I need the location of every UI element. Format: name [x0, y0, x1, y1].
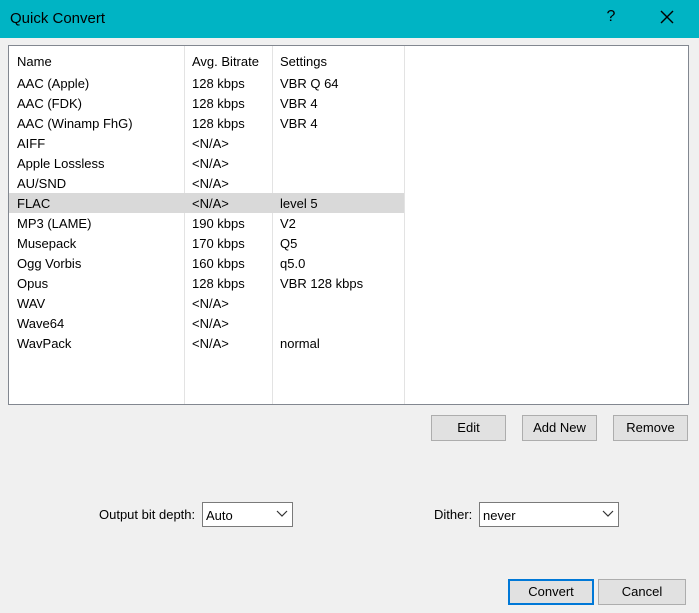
cell-settings: VBR 4	[280, 116, 318, 131]
cell-bitrate: 128 kbps	[192, 96, 245, 111]
table-row[interactable]: Ogg Vorbis 160 kbps q5.0	[9, 253, 404, 273]
cell-settings: VBR Q 64	[280, 76, 339, 91]
cell-name: Opus	[17, 276, 49, 291]
help-button[interactable]: ?	[603, 8, 619, 26]
cell-settings: VBR 4	[280, 96, 318, 111]
cell-name: Ogg Vorbis	[17, 256, 82, 271]
cell-bitrate: <N/A>	[192, 316, 229, 331]
cell-bitrate: <N/A>	[192, 336, 229, 351]
dither-label: Dither:	[434, 507, 473, 522]
cell-bitrate: 128 kbps	[192, 116, 245, 131]
table-row[interactable]: Musepack 170 kbps Q5	[9, 233, 404, 253]
column-separator	[404, 46, 405, 404]
cell-name: AIFF	[17, 136, 46, 151]
column-header-name[interactable]: Name	[17, 54, 52, 69]
add-new-button[interactable]: Add New	[522, 415, 597, 441]
cell-settings: level 5	[280, 196, 318, 211]
cell-bitrate: 190 kbps	[192, 216, 245, 231]
table-row[interactable]: AU/SND <N/A>	[9, 173, 404, 193]
dither-value: never	[483, 508, 516, 523]
cell-name: AAC (Winamp FhG)	[17, 116, 133, 131]
table-row[interactable]: Wave64 <N/A>	[9, 313, 404, 333]
window-title: Quick Convert	[10, 10, 106, 27]
cell-bitrate: <N/A>	[192, 176, 229, 191]
column-header-settings[interactable]: Settings	[280, 54, 327, 69]
chevron-down-icon	[602, 510, 614, 518]
column-header-bitrate[interactable]: Avg. Bitrate	[192, 54, 259, 69]
cell-settings: V2	[280, 216, 296, 231]
dither-select[interactable]: never	[479, 502, 619, 527]
table-row[interactable]: AAC (FDK) 128 kbps VBR 4	[9, 93, 404, 113]
remove-button[interactable]: Remove	[613, 415, 688, 441]
cell-name: WAV	[17, 296, 46, 311]
cell-settings: VBR 128 kbps	[280, 276, 364, 291]
cell-bitrate: <N/A>	[192, 156, 229, 171]
cell-bitrate: 160 kbps	[192, 256, 245, 271]
table-row[interactable]: AAC (Winamp FhG) 128 kbps VBR 4	[9, 113, 404, 133]
close-icon	[660, 10, 674, 24]
table-row[interactable]: WAV <N/A>	[9, 293, 404, 313]
cell-name: MP3 (LAME)	[17, 216, 92, 231]
cell-name: AAC (Apple)	[17, 76, 90, 91]
cell-settings: Q5	[280, 236, 298, 251]
cell-bitrate: <N/A>	[192, 296, 229, 311]
table-row[interactable]: FLAC <N/A> level 5	[9, 193, 404, 213]
chevron-down-icon	[276, 510, 288, 518]
edit-button[interactable]: Edit	[431, 415, 506, 441]
table-row[interactable]: Opus 128 kbps VBR 128 kbps	[9, 273, 404, 293]
close-button[interactable]	[656, 6, 678, 28]
format-list[interactable]: Name Avg. Bitrate Settings AAC (Apple) 12…	[8, 45, 689, 405]
cell-bitrate: 128 kbps	[192, 76, 245, 91]
cell-bitrate: 170 kbps	[192, 236, 245, 251]
cell-name: AU/SND	[17, 176, 67, 191]
cell-bitrate: <N/A>	[192, 136, 229, 151]
cell-name: FLAC	[17, 196, 51, 211]
table-row[interactable]: MP3 (LAME) 190 kbps V2	[9, 213, 404, 233]
title-bar: Quick Convert ?	[0, 0, 699, 38]
table-row[interactable]: AIFF <N/A>	[9, 133, 404, 153]
cell-name: Apple Lossless	[17, 156, 105, 171]
table-row[interactable]: Apple Lossless <N/A>	[9, 153, 404, 173]
output-bit-depth-select[interactable]: Auto	[202, 502, 293, 527]
cancel-button[interactable]: Cancel	[598, 579, 686, 605]
cell-settings: normal	[280, 336, 320, 351]
cell-name: Wave64	[17, 316, 65, 331]
cell-bitrate: 128 kbps	[192, 276, 245, 291]
cell-name: WavPack	[17, 336, 72, 351]
cell-settings: q5.0	[280, 256, 306, 271]
output-bit-depth-label: Output bit depth:	[99, 507, 196, 522]
convert-button[interactable]: Convert	[508, 579, 594, 605]
table-row[interactable]: WavPack <N/A> normal	[9, 333, 404, 353]
cell-name: AAC (FDK)	[17, 96, 82, 111]
cell-bitrate: <N/A>	[192, 196, 229, 211]
table-row[interactable]: AAC (Apple) 128 kbps VBR Q 64	[9, 73, 404, 93]
cell-name: Musepack	[17, 236, 77, 251]
output-bit-depth-value: Auto	[206, 508, 233, 523]
